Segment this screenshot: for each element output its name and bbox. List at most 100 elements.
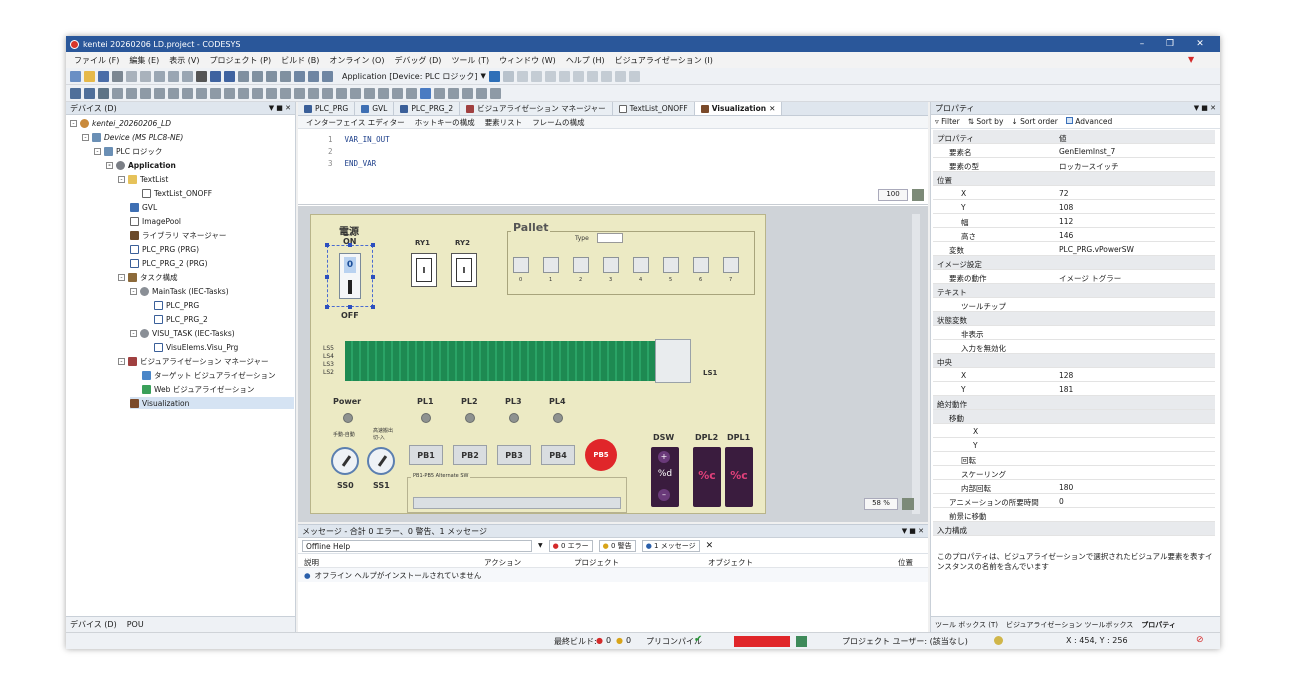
property-row[interactable]: 回転 (933, 452, 1215, 466)
message-category-select[interactable]: Offline Help (302, 539, 532, 552)
align-top-icon[interactable] (84, 87, 95, 99)
col-action[interactable]: アクション (484, 557, 521, 568)
property-row[interactable]: Y (933, 438, 1215, 452)
preview-icon[interactable] (392, 87, 403, 99)
minimize-icon[interactable]: – (1128, 36, 1156, 52)
tab-textlist-onoff[interactable]: TextList_ONOFF (612, 102, 695, 115)
pane-pin-icon[interactable]: ▼ ■ ✕ (269, 104, 291, 112)
messages-filter[interactable]: ● 1 メッセージ (641, 539, 700, 552)
property-row[interactable]: イメージ設定 (933, 256, 1215, 270)
ss1-selector-knob[interactable] (367, 447, 395, 475)
property-row[interactable]: 要素名 GenElemInst_7 (933, 144, 1215, 158)
tree-item-gvl[interactable]: GVL (130, 201, 157, 213)
tree-item-library-manager[interactable]: ライブラリ マネージャー (130, 229, 226, 241)
zoom-icon[interactable] (912, 189, 924, 201)
property-row[interactable]: 位置 (933, 172, 1215, 186)
spacing-h-icon[interactable] (196, 87, 207, 99)
tree-item-plc-prg[interactable]: PLC_PRG (PRG) (130, 243, 199, 255)
align-right-icon[interactable] (98, 87, 109, 99)
tab-properties[interactable]: プロパティ (1141, 620, 1176, 630)
property-row[interactable]: 移動 (933, 410, 1215, 424)
resize-handle[interactable] (371, 243, 375, 247)
resize-handle[interactable] (325, 243, 329, 247)
app-dropdown-icon[interactable]: ▼ (481, 72, 486, 80)
power-rocker-switch[interactable]: 0 (339, 253, 361, 299)
tree-item-textlist-folder[interactable]: - TextList (118, 173, 168, 185)
delete-icon[interactable] (196, 70, 207, 82)
property-value[interactable]: 146 (1059, 231, 1073, 240)
tree-item-visualization[interactable]: Visualization (130, 397, 294, 409)
reset-icon[interactable] (544, 70, 556, 82)
property-row[interactable]: 内部回転 180 (933, 480, 1215, 494)
pallet-slot-2[interactable] (573, 257, 589, 273)
sort-order-button[interactable]: ↓ Sort order (1011, 117, 1057, 126)
resize-handle[interactable] (348, 243, 352, 247)
clean-icon[interactable] (322, 70, 333, 82)
paste-icon[interactable] (182, 70, 193, 82)
replace-icon[interactable] (224, 70, 235, 82)
visualization-editor[interactable]: 電源 ON 0 OFF RY1 RY2 I I Pallet Type 0 1 … (298, 206, 928, 522)
collapse-icon[interactable]: - (82, 133, 89, 141)
same-size-icon[interactable] (182, 87, 193, 99)
send-back-icon[interactable] (266, 87, 277, 99)
arrow-down-icon[interactable] (490, 87, 501, 99)
step-into-icon[interactable] (572, 70, 584, 82)
tab-pou[interactable]: POU (127, 620, 144, 629)
menu-visualization[interactable]: ビジュアライゼーション (I) (615, 55, 713, 66)
tree-item-device[interactable]: - Device (MS PLC8-NE) (82, 131, 183, 143)
property-row[interactable]: X 128 (933, 368, 1215, 382)
close-icon[interactable]: ✕ (1186, 36, 1214, 52)
forward-icon[interactable] (280, 87, 291, 99)
pane-pin-icon[interactable]: ▼ ■ ✕ (902, 527, 924, 535)
tree-item-maintask[interactable]: - MainTask (IEC-Tasks) (130, 285, 229, 297)
selected-tool-icon[interactable] (420, 87, 431, 99)
property-row[interactable]: ツールチップ (933, 298, 1215, 312)
alternate-sw-bar[interactable] (413, 497, 621, 509)
col-project[interactable]: プロジェクト (574, 557, 619, 568)
property-row[interactable]: Y 108 (933, 200, 1215, 214)
spacing-v-icon[interactable] (210, 87, 221, 99)
stop-icon[interactable] (530, 70, 542, 82)
menu-tools[interactable]: ツール (T) (451, 55, 489, 66)
close-tab-icon[interactable]: ✕ (769, 104, 775, 113)
arrow-left-icon[interactable] (462, 87, 473, 99)
same-height-icon[interactable] (168, 87, 179, 99)
pallet-slot-0[interactable] (513, 257, 529, 273)
subtab-interface-editor[interactable]: インターフェイス エディター (306, 117, 405, 128)
arrow-right-icon[interactable] (448, 87, 459, 99)
clear-messages-icon[interactable]: ✕ (706, 541, 714, 551)
tab-visu-manager[interactable]: ビジュアライゼーション マネージャー (460, 102, 613, 115)
undo-icon[interactable] (126, 70, 137, 82)
start-icon[interactable] (516, 70, 528, 82)
collapse-icon[interactable]: - (118, 273, 125, 281)
collapse-icon[interactable]: - (130, 329, 137, 337)
menu-file[interactable]: ファイル (F) (74, 55, 119, 66)
resize-handle[interactable] (325, 305, 329, 309)
tree-item-imagepool[interactable]: ImagePool (130, 215, 181, 227)
pallet-slot-6[interactable] (693, 257, 709, 273)
new-project-icon[interactable] (70, 70, 81, 82)
group-icon[interactable] (224, 87, 235, 99)
tree-item-task-config[interactable]: - タスク構成 (118, 271, 178, 283)
subtab-frame-config[interactable]: フレームの構成 (532, 117, 584, 128)
align-center-h-icon[interactable] (126, 87, 137, 99)
property-value[interactable]: 108 (1059, 203, 1073, 212)
online-status-indicator[interactable] (734, 636, 790, 647)
relay-ry1[interactable]: I (411, 253, 437, 287)
open-project-icon[interactable] (84, 70, 95, 82)
interface-editor[interactable]: 1 VAR_IN_OUT 2 3 END_VAR 100 (298, 129, 928, 205)
pallet-type-field[interactable] (597, 233, 623, 243)
guides-icon[interactable] (378, 87, 389, 99)
property-row[interactable]: アニメーションの所要時間 0 (933, 494, 1215, 508)
property-row[interactable]: 中央 (933, 354, 1215, 368)
subtab-element-list[interactable]: 要素リスト (485, 117, 523, 128)
property-value[interactable]: 128 (1059, 371, 1073, 380)
property-row[interactable]: 高さ 146 (933, 228, 1215, 242)
category-dropdown-icon[interactable]: ▼ (538, 542, 543, 549)
subtab-hotkeys[interactable]: ホットキーの構成 (415, 117, 475, 128)
menu-build[interactable]: ビルド (B) (281, 55, 319, 66)
pb3-button[interactable]: PB3 (497, 445, 531, 465)
write-values-icon[interactable] (614, 70, 626, 82)
active-application-label[interactable]: Application [Device: PLC ロジック] (342, 71, 478, 82)
layout-icon[interactable] (406, 87, 417, 99)
